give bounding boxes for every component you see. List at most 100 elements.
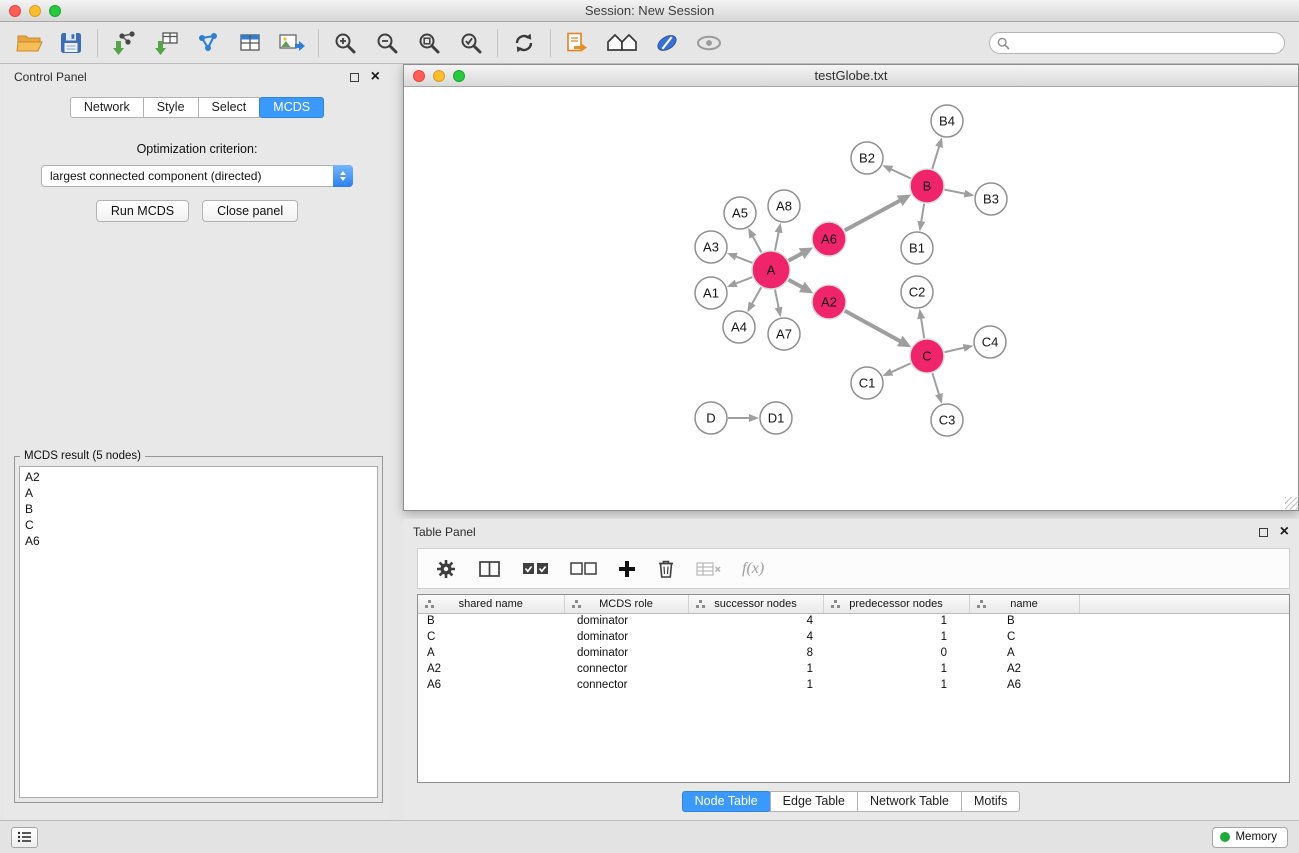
table-cell[interactable]: 1 [823,661,969,677]
show-task-history-button[interactable] [11,827,38,848]
memory-button[interactable]: Memory [1212,827,1288,848]
graph-edge-B-B3[interactable] [945,190,968,195]
table-cell[interactable]: 1 [823,677,969,693]
search-input[interactable] [989,32,1285,54]
first-neighbors-button[interactable] [560,27,594,59]
fullscreen-network-window-button[interactable] [453,70,465,82]
mcds-result-item[interactable]: A [20,485,377,501]
mcds-result-item[interactable]: C [20,517,377,533]
mcds-result-item[interactable]: A6 [20,533,377,549]
graph-edge-A-A4[interactable] [751,287,762,306]
table-cell[interactable]: 1 [688,661,823,677]
column-header-name[interactable]: name [969,595,1079,613]
run-mcds-button[interactable]: Run MCDS [96,200,189,222]
style-tool-button[interactable] [650,27,684,59]
table-cell[interactable]: A6 [969,677,1079,693]
mcds-result-item[interactable]: B [20,501,377,517]
graph-edge-C-C2[interactable] [921,316,925,339]
show-columns-button[interactable] [478,559,501,579]
zoom-selected-button[interactable] [454,27,488,59]
mcds-result-item[interactable]: A2 [20,469,377,485]
zoom-fit-button[interactable] [412,27,446,59]
table-cell[interactable]: A6 [418,677,564,693]
table-cell[interactable]: A2 [418,661,564,677]
column-header-predecessor-nodes[interactable]: predecessor nodes [823,595,969,613]
table-settings-button[interactable] [435,558,457,580]
float-panel-button[interactable] [350,73,359,82]
column-header-successor-nodes[interactable]: successor nodes [688,595,823,613]
new-table-button[interactable] [233,27,267,59]
tab-style[interactable]: Style [143,97,199,118]
tab-mcds[interactable]: MCDS [259,97,324,118]
import-table-button[interactable] [149,27,183,59]
delete-column-button[interactable] [657,558,675,579]
tab-network-table[interactable]: Network Table [857,791,962,812]
table-row[interactable]: Adominator80A [418,645,1289,661]
graph-edge-B-B4[interactable] [932,144,940,169]
table-cell[interactable]: dominator [564,645,688,661]
table-cell[interactable]: 8 [688,645,823,661]
table-cell[interactable]: 4 [688,613,823,629]
table-cell[interactable]: connector [564,661,688,677]
tab-edge-table[interactable]: Edge Table [770,791,858,812]
table-cell[interactable]: connector [564,677,688,693]
table-row[interactable]: A2connector11A2 [418,661,1289,677]
tab-node-table[interactable]: Node Table [682,791,771,812]
delete-table-button[interactable] [696,561,721,577]
minimize-network-window-button[interactable] [433,70,445,82]
save-session-button[interactable] [54,27,88,59]
close-panel-button-2[interactable]: Close panel [202,200,298,222]
close-network-window-button[interactable] [413,70,425,82]
column-header-MCDS-role[interactable]: MCDS role [564,595,688,613]
function-builder-button[interactable]: f(x) [742,560,764,578]
table-row[interactable]: A6connector11A6 [418,677,1289,693]
network-graph[interactable]: AA1A2A3A4A5A6A7A8BB1B2B3B4CC1C2C3C4DD1 [404,87,1298,510]
table-row[interactable]: Cdominator41C [418,629,1289,645]
node-table[interactable]: shared nameMCDS rolesuccessor nodesprede… [417,594,1290,783]
table-cell[interactable]: B [418,613,564,629]
import-network-button[interactable] [107,27,141,59]
export-image-button[interactable] [275,27,309,59]
graph-edge-C-C4[interactable] [945,347,967,352]
graph-edge-A2-C[interactable] [845,311,903,343]
show-starter-panel-button[interactable] [602,27,642,59]
tab-network[interactable]: Network [70,97,144,118]
toggle-details-button[interactable] [692,27,726,59]
graph-edge-C-C3[interactable] [932,373,939,397]
table-cell[interactable]: C [969,629,1079,645]
table-cell[interactable]: dominator [564,613,688,629]
zoom-in-button[interactable] [328,27,362,59]
mcds-result-list[interactable]: A2ABCA6 [19,466,378,798]
table-cell[interactable]: 1 [688,677,823,693]
tab-motifs[interactable]: Motifs [961,791,1020,812]
create-column-button[interactable] [618,560,636,578]
open-session-button[interactable] [12,27,46,59]
close-table-panel-button[interactable]: × [1280,526,1289,538]
new-network-button[interactable] [191,27,225,59]
table-row[interactable]: Bdominator41B [418,613,1289,629]
table-cell[interactable]: A [969,645,1079,661]
network-canvas[interactable]: AA1A2A3A4A5A6A7A8BB1B2B3B4CC1C2C3C4DD1 [404,87,1298,510]
graph-edge-A-A8[interactable] [775,230,779,251]
column-header-shared-name[interactable]: shared name [418,595,564,613]
fullscreen-window-button[interactable] [49,5,61,17]
table-cell[interactable]: 4 [688,629,823,645]
minimize-window-button[interactable] [29,5,41,17]
tab-select[interactable]: Select [198,97,261,118]
graph-edge-A-A1[interactable] [733,277,752,284]
graph-edge-A-A7[interactable] [775,290,779,311]
deselect-all-rows-button[interactable] [570,561,597,577]
graph-edge-A-A5[interactable] [752,234,762,252]
float-table-panel-button[interactable] [1259,528,1268,537]
graph-edge-B-B2[interactable] [889,168,911,178]
zoom-out-button[interactable] [370,27,404,59]
table-cell[interactable]: dominator [564,629,688,645]
table-cell[interactable]: 0 [823,645,969,661]
graph-edge-A6-B[interactable] [845,199,903,230]
optimization-dropdown[interactable]: largest connected component (directed) [41,165,353,187]
graph-edge-A-A3[interactable] [733,256,752,263]
resize-grip-icon[interactable] [1285,497,1298,510]
refresh-view-button[interactable] [507,27,541,59]
close-panel-button[interactable]: × [371,71,380,83]
graph-edge-B-B1[interactable] [921,204,924,225]
